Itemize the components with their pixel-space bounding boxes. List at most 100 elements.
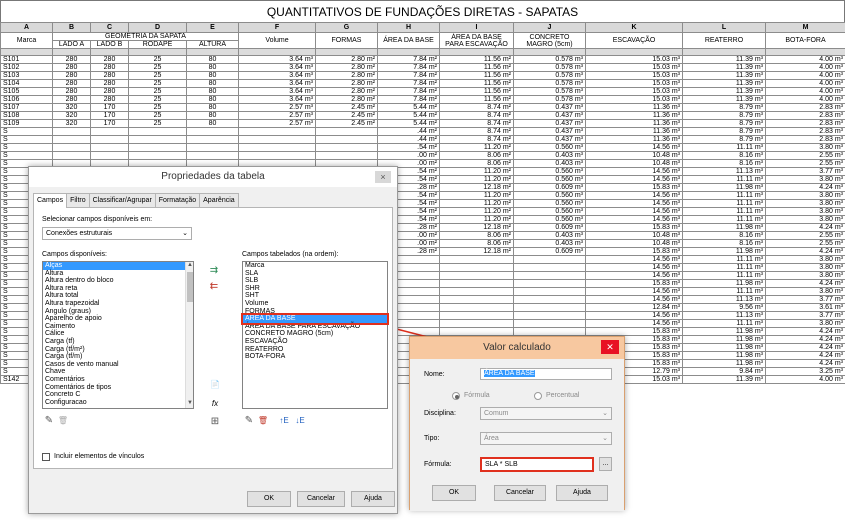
header-bota-fora: BOTA-FORA xyxy=(765,32,845,49)
available-field-item[interactable]: Altura reta xyxy=(43,285,193,293)
table-cell: 11.11 m³ xyxy=(682,215,766,224)
available-field-item[interactable]: Altura dentro do bloco xyxy=(43,277,193,285)
available-field-item[interactable]: Carga (tf/m) xyxy=(43,353,193,361)
scheduled-field-item[interactable]: Volume xyxy=(243,300,387,308)
table-cell: 11.20 m² xyxy=(439,199,514,208)
table-cell: 3.64 m³ xyxy=(238,87,316,96)
available-field-item[interactable]: Configuracao xyxy=(43,399,193,407)
scheduled-field-item[interactable]: ESCAVAÇÃO xyxy=(243,338,387,346)
discipline-select[interactable]: Comum ⌄ xyxy=(480,407,612,420)
table-cell: 7.84 m² xyxy=(377,63,440,72)
table-cell: 14.56 m³ xyxy=(585,295,683,304)
table-cell: 0.560 m³ xyxy=(513,199,586,208)
available-field-item[interactable]: Carga (tf/m²) xyxy=(43,346,193,354)
formula-field[interactable]: SLA * SLB xyxy=(480,457,594,472)
available-field-item[interactable]: Altura trapezoidal xyxy=(43,300,193,308)
scheduled-field-item[interactable]: SLA xyxy=(243,270,387,278)
table-cell: 3.77 m³ xyxy=(765,167,845,176)
table-cell: .54 m² xyxy=(377,143,440,152)
table-cell: 2.80 m² xyxy=(315,55,378,64)
ok-button[interactable]: OK xyxy=(432,485,476,501)
tab-classificar[interactable]: Classificar/Agrupar xyxy=(88,193,156,207)
close-icon[interactable]: ✕ xyxy=(601,340,619,354)
ok-button[interactable]: OK xyxy=(247,491,291,507)
table-cell: 10.48 m³ xyxy=(585,231,683,240)
percent-radio[interactable] xyxy=(534,392,542,400)
tab-filtro[interactable]: Filtro xyxy=(66,193,90,207)
table-cell: 11.56 m² xyxy=(439,63,514,72)
formula-browse-button[interactable]: ... xyxy=(599,457,612,471)
table-cell: S109 xyxy=(0,119,53,128)
available-field-item[interactable]: Casos de vento manual xyxy=(43,361,193,369)
combine-parameters-icon[interactable]: ⊞ xyxy=(208,416,222,428)
available-field-item[interactable]: Aparelho de apoio xyxy=(43,315,193,323)
name-value: ÁREA DA BASE xyxy=(484,370,535,377)
scheduled-field-item[interactable]: SLB xyxy=(243,277,387,285)
help-button[interactable]: Ajuda xyxy=(556,485,608,501)
available-field-item[interactable]: Comentários de tipos xyxy=(43,384,193,392)
available-field-item[interactable]: Carga (tf) xyxy=(43,338,193,346)
add-field-icon[interactable]: ⇉ xyxy=(207,265,221,277)
name-field[interactable]: ÁREA DA BASE xyxy=(480,368,612,380)
tab-campos[interactable]: Campos xyxy=(33,193,68,208)
include-links-checkbox[interactable] xyxy=(42,453,50,461)
type-select[interactable]: Área ⌄ xyxy=(480,432,612,445)
close-icon[interactable]: × xyxy=(375,171,391,183)
available-field-item[interactable]: Concreto C xyxy=(43,391,193,399)
table-cell: 2.57 m³ xyxy=(238,111,316,120)
scheduled-fields-list[interactable]: Marca SLA SLB SHR SHT Volume FORMAS ÁREA DA BAS… xyxy=(242,261,388,409)
scrollbar[interactable]: ▲ ▼ xyxy=(185,262,193,408)
available-fields-list[interactable]: Alças Altura Altura dentro do bloco Altura … xyxy=(42,261,194,409)
spacer-cell xyxy=(128,48,187,56)
scroll-up-icon[interactable]: ▲ xyxy=(186,262,193,270)
cancel-button[interactable]: Cancelar xyxy=(297,491,345,507)
table-cell: 14.56 m³ xyxy=(585,167,683,176)
table-cell xyxy=(186,127,239,136)
table-cell: 3.64 m³ xyxy=(238,71,316,80)
calculated-value-icon[interactable]: fx xyxy=(208,398,222,410)
tab-aparencia[interactable]: Aparência xyxy=(199,193,239,207)
table-cell: 11.98 m³ xyxy=(682,359,766,368)
scheduled-field-item[interactable]: CONCRETO MAGRO (5cm) xyxy=(243,330,387,338)
move-down-icon[interactable]: ↓E xyxy=(292,415,308,427)
new-parameter-icon[interactable]: 📄 xyxy=(208,379,222,391)
table-cell: 3.64 m³ xyxy=(238,63,316,72)
table-cell: 11.11 m³ xyxy=(682,199,766,208)
remove-field-icon[interactable]: ⇇ xyxy=(207,281,221,293)
available-field-item[interactable]: Altura xyxy=(43,270,193,278)
move-up-icon[interactable]: ↑E xyxy=(276,415,292,427)
table-cell xyxy=(513,263,586,272)
category-select[interactable]: Conexões estruturais ⌄ xyxy=(42,227,192,240)
scheduled-field-item[interactable]: SHT xyxy=(243,292,387,300)
available-field-item[interactable]: Chave xyxy=(43,368,193,376)
table-cell xyxy=(513,327,586,336)
table-cell: 2.45 m² xyxy=(315,103,378,112)
table-cell: 11.11 m³ xyxy=(682,263,766,272)
available-field-item[interactable]: Altura total xyxy=(43,292,193,300)
available-field-item[interactable]: Alças xyxy=(43,262,193,270)
delete-scheduled-icon[interactable]: 🗑 xyxy=(256,415,270,427)
available-field-item[interactable]: Cálice xyxy=(43,330,193,338)
table-cell: 280 xyxy=(52,95,91,104)
edit-scheduled-icon[interactable]: ✎ xyxy=(242,415,256,427)
table-cell: 8.74 m² xyxy=(439,135,514,144)
table-cell: 0.437 m³ xyxy=(513,111,586,120)
scheduled-field-item[interactable]: Marca xyxy=(243,262,387,270)
available-field-item[interactable]: Caimento xyxy=(43,323,193,331)
table-cell: 25 xyxy=(128,55,187,64)
scheduled-field-item[interactable]: REATERRO xyxy=(243,346,387,354)
available-field-item[interactable]: Angulo (graus) xyxy=(43,308,193,316)
table-cell: 2.45 m² xyxy=(315,111,378,120)
help-button[interactable]: Ajuda xyxy=(351,491,395,507)
delete-icon[interactable]: 🗑 xyxy=(56,415,70,427)
available-field-item[interactable]: Comentários xyxy=(43,376,193,384)
scroll-thumb[interactable] xyxy=(187,272,193,302)
cancel-button[interactable]: Cancelar xyxy=(494,485,546,501)
edit-icon[interactable]: ✎ xyxy=(42,415,56,427)
scroll-down-icon[interactable]: ▼ xyxy=(186,400,193,408)
tab-formatacao[interactable]: Formatação xyxy=(154,193,201,207)
scheduled-field-item[interactable]: SHR xyxy=(243,285,387,293)
formula-radio[interactable] xyxy=(452,392,460,400)
scheduled-field-item[interactable]: BOTA-FORA xyxy=(243,353,387,361)
formula-value: SLA * SLB xyxy=(485,461,518,468)
